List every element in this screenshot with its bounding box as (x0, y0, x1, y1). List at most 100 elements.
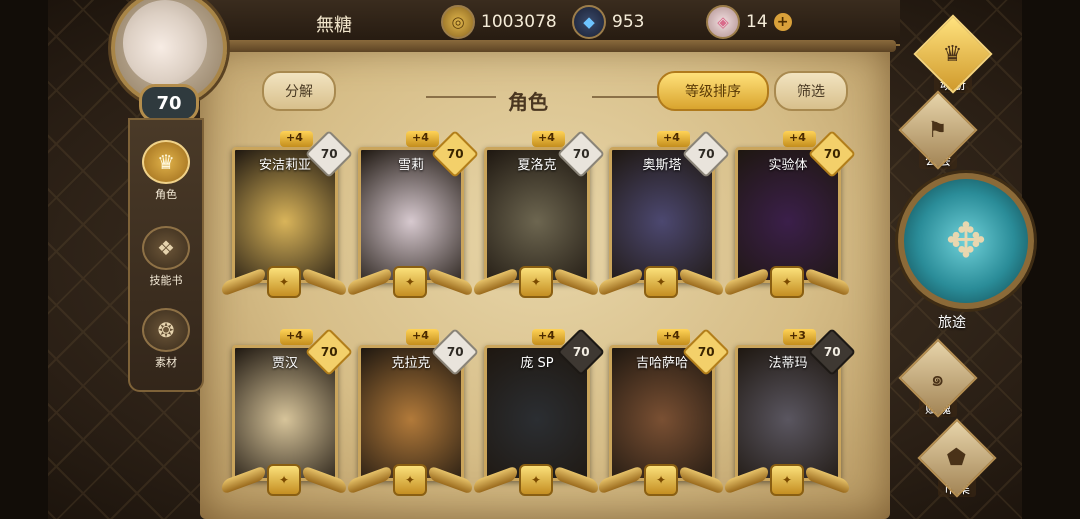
blue-crystal-icon: ◆ (572, 5, 606, 39)
wing-left-icon (348, 465, 391, 495)
rank-wings: ✦ (222, 265, 346, 299)
character-level: 70 (823, 344, 841, 359)
rank-crest-icon: ✦ (266, 464, 302, 496)
character-level: 70 (572, 146, 590, 161)
character-level: 70 (446, 146, 464, 161)
swirl-icon: ๑ (898, 337, 978, 418)
rank-wings: ✦ (474, 265, 598, 299)
wing-left-icon (474, 267, 517, 297)
rank-crest-icon: ✦ (392, 266, 428, 298)
wing-left-icon (725, 267, 768, 297)
enhance-badge: +4 (532, 131, 565, 147)
wing-right-icon (806, 465, 849, 495)
soul-book-icon: ♛ (913, 13, 993, 94)
title-ornament-left (426, 96, 496, 98)
wing-right-icon (555, 465, 598, 495)
sort-by-level-button[interactable]: 等级排序 (657, 71, 769, 111)
journey-label: 旅途 (938, 315, 966, 331)
material-icon: ❂ (142, 308, 190, 352)
wing-right-icon (429, 267, 472, 297)
nav-item-character[interactable]: ♛ 角色 (135, 140, 197, 202)
nav-item-skill-book[interactable]: ❖ 技能书 (135, 226, 197, 288)
rank-wings: ✦ (348, 265, 472, 299)
wing-right-icon (806, 267, 849, 297)
wing-right-icon (303, 465, 346, 495)
market-icon: ⬟ (917, 417, 997, 498)
player-level-badge: 70 (139, 84, 199, 122)
character-level: 70 (572, 344, 590, 359)
nav-label: 素材 (155, 356, 177, 369)
left-edge (0, 0, 48, 519)
wing-right-icon (555, 267, 598, 297)
wing-right-icon (680, 267, 723, 297)
market-button[interactable]: ⬟ 市集 (912, 417, 1002, 498)
rank-wings: ✦ (725, 265, 849, 299)
page-title: 角色 (508, 90, 548, 114)
character-level: 70 (320, 344, 338, 359)
decompose-button[interactable]: 分解 (262, 71, 336, 111)
wing-left-icon (599, 267, 642, 297)
character-level: 70 (320, 146, 338, 161)
character-level: 70 (446, 344, 464, 359)
rank-wings: ✦ (348, 463, 472, 497)
wing-left-icon (222, 465, 265, 495)
rank-crest-icon: ✦ (643, 266, 679, 298)
rank-crest-icon: ✦ (769, 266, 805, 298)
character-level: 70 (823, 146, 841, 161)
player-name: 無糖 (316, 15, 352, 36)
wing-left-icon (599, 465, 642, 495)
gold-coin-icon: ◎ (441, 5, 475, 39)
wing-left-icon (474, 465, 517, 495)
rank-crest-icon: ✦ (518, 464, 554, 496)
wing-right-icon (680, 465, 723, 495)
enhance-badge: +4 (532, 329, 565, 345)
parchment-edge (194, 40, 896, 52)
enhance-badge: +4 (280, 131, 313, 147)
pink-gem-icon: ◈ (706, 5, 740, 39)
rank-crest-icon: ✦ (769, 464, 805, 496)
rank-wings: ✦ (725, 463, 849, 497)
journey-emblem-icon: ✥ (945, 213, 987, 269)
enhance-badge: +3 (783, 329, 816, 345)
enhance-badge: +4 (657, 329, 690, 345)
title-ornament-right (592, 96, 662, 98)
gold-resource: ◎ 1003078 (441, 5, 557, 39)
enhance-badge: +4 (406, 131, 439, 147)
character-level: 70 (697, 344, 715, 359)
guild-button[interactable]: ⚑ 公会 (893, 89, 983, 170)
gem-value: 14 (746, 12, 768, 32)
soul-book-button[interactable]: ♛ 魂册 (908, 13, 998, 94)
enhance-badge: +4 (280, 329, 313, 345)
rank-wings: ✦ (599, 463, 723, 497)
crystal-value: 953 (612, 12, 645, 32)
left-nav: ♛ 角色 ❖ 技能书 ❂ 素材 (128, 118, 204, 392)
nav-label: 技能书 (149, 274, 183, 287)
fu-hun-button[interactable]: ๑ 赋魂 (893, 337, 983, 418)
wing-left-icon (725, 465, 768, 495)
gem-resource: ◈ 14 + (706, 5, 792, 39)
rank-crest-icon: ✦ (266, 266, 302, 298)
rank-wings: ✦ (222, 463, 346, 497)
wing-left-icon (348, 267, 391, 297)
rank-crest-icon: ✦ (518, 266, 554, 298)
wing-left-icon (222, 267, 265, 297)
rank-crest-icon: ✦ (392, 464, 428, 496)
guild-icon: ⚑ (898, 89, 978, 170)
wing-right-icon (303, 267, 346, 297)
player-avatar[interactable]: 70 (103, 0, 229, 122)
skill-book-icon: ❖ (142, 226, 190, 270)
character-level: 70 (697, 146, 715, 161)
filter-button[interactable]: 筛选 (774, 71, 848, 111)
wing-right-icon (429, 465, 472, 495)
enhance-badge: +4 (406, 329, 439, 345)
gold-value: 1003078 (481, 12, 557, 32)
enhance-badge: +4 (657, 131, 690, 147)
add-gem-button[interactable]: + (773, 13, 792, 31)
nav-label: 角色 (155, 188, 177, 201)
rank-wings: ✦ (599, 265, 723, 299)
character-icon: ♛ (142, 140, 190, 184)
nav-item-material[interactable]: ❂ 素材 (135, 308, 197, 370)
avatar-portrait (123, 0, 207, 86)
journey-button[interactable]: ✥ (898, 173, 1034, 309)
enhance-badge: +4 (783, 131, 816, 147)
